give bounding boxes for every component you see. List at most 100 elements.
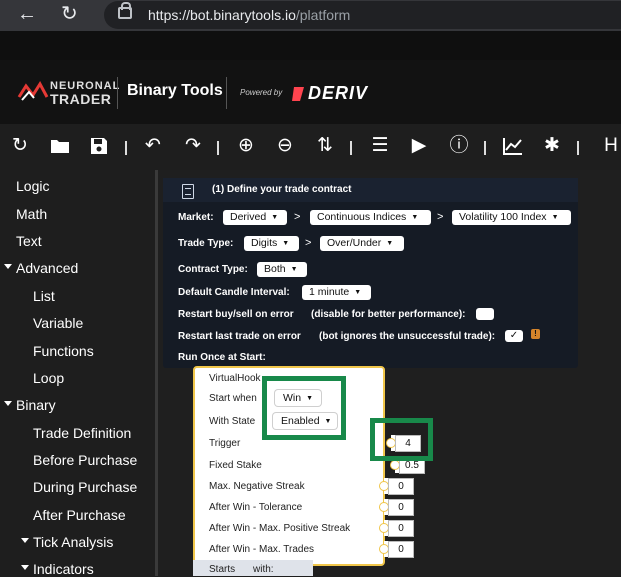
header-divider [117, 77, 118, 109]
restart-last-trade-label: Restart last trade on error [178, 331, 301, 342]
sidebar-item-advanced[interactable]: Advanced [4, 260, 78, 276]
toolbar-separator [484, 141, 486, 155]
dropdown-arrow-icon: ▼ [354, 289, 362, 296]
contract-type-value: Both [264, 263, 286, 275]
powered-by-text: Powered by [240, 88, 283, 97]
caret-down-icon [21, 565, 29, 570]
sidebar-item-after-purchase[interactable]: After Purchase [33, 507, 126, 523]
toolbar-separator [125, 141, 127, 155]
symbol-value: Volatility 100 Index [459, 211, 547, 223]
undo-icon[interactable]: ↶ [140, 133, 166, 159]
with-label: with: [253, 564, 274, 575]
logo-text-trader: TRADER [50, 91, 112, 107]
dropdown-arrow-icon: ▼ [411, 214, 419, 221]
app-title: Binary Tools [127, 82, 223, 99]
sidebar-item-loop[interactable]: Loop [33, 370, 64, 386]
url-path: /platform [295, 7, 351, 23]
highlight-box [262, 376, 346, 440]
market-value: Derived [230, 211, 267, 223]
sidebar-item-math[interactable]: Math [16, 206, 47, 222]
block-title: (1) Define your trade contract [212, 184, 352, 195]
submarket-value: Continuous Indices [317, 211, 407, 223]
restart-last-trade-hint: (bot ignores the unsuccessful trade): [319, 331, 496, 342]
max-trades-input[interactable]: 0 [388, 541, 414, 558]
url-text[interactable]: https://bot.binarytools.io/platform [148, 7, 350, 23]
sidebar-item-trade-definition[interactable]: Trade Definition [33, 425, 131, 441]
max-negative-streak-label: Max. Negative Streak [209, 481, 305, 492]
highlight-box [370, 418, 433, 461]
tolerance-input[interactable]: 0 [388, 499, 414, 516]
save-icon[interactable] [86, 133, 112, 159]
trade-type-dropdown[interactable]: Digits ▼ [244, 236, 299, 251]
max-negative-streak-input[interactable]: 0 [388, 478, 414, 495]
zoom-in-icon[interactable]: ⊕ [233, 133, 259, 159]
candle-interval-dropdown[interactable]: 1 minute ▼ [302, 285, 371, 300]
reload-page-icon[interactable]: ↻ [61, 3, 78, 25]
rearrange-icon[interactable]: ⇅ [312, 133, 338, 159]
trade-subtype-dropdown[interactable]: Over/Under ▼ [320, 236, 404, 251]
fixed-stake-label: Fixed Stake [209, 460, 262, 471]
max-positive-streak-input[interactable]: 0 [388, 520, 414, 537]
sidebar-item-tick-analysis[interactable]: Tick Analysis [21, 534, 113, 550]
sidebar-item-logic[interactable]: Logic [16, 178, 49, 194]
open-folder-icon[interactable] [47, 133, 73, 159]
run-play-icon[interactable]: ▶ [406, 133, 432, 159]
sidebar-item-before-purchase[interactable]: Before Purchase [33, 452, 137, 468]
sidebar-item-indicators[interactable]: Indicators [21, 561, 94, 577]
candle-interval-value: 1 minute [309, 286, 350, 298]
symbol-dropdown[interactable]: Volatility 100 Index ▼ [452, 210, 571, 225]
sidebar-item-functions[interactable]: Functions [33, 343, 94, 359]
max-negative-streak-slot[interactable]: 0 [379, 478, 414, 495]
document-icon [182, 184, 194, 199]
with-state-label: With State [209, 416, 256, 427]
dropdown-arrow-icon: ▼ [271, 214, 279, 221]
reset-icon[interactable]: ↻ [7, 133, 33, 159]
more-tools-icon[interactable]: H [598, 133, 621, 159]
sidebar-item-binary[interactable]: Binary [4, 397, 56, 413]
bookmarks-strip [0, 31, 621, 60]
sidebar-item-during-purchase[interactable]: During Purchase [33, 479, 137, 495]
market-dropdown[interactable]: Derived ▼ [223, 210, 287, 225]
max-trades-slot[interactable]: 0 [379, 541, 414, 558]
browser-toolbar: ← ↻ https://bot.binarytools.io/platform [0, 0, 621, 31]
restart-on-error-checkbox[interactable] [476, 308, 494, 320]
folder-icon [51, 140, 69, 153]
zoom-out-icon[interactable]: ⊖ [272, 133, 298, 159]
logs-icon[interactable]: ☰ [367, 133, 393, 159]
tolerance-label: After Win - Tolerance [209, 502, 303, 513]
sidebar-item-text[interactable]: Text [16, 233, 42, 249]
deriv-logo-icon [292, 87, 304, 101]
max-positive-streak-slot[interactable]: 0 [379, 520, 414, 537]
trade-subtype-value: Over/Under [327, 237, 382, 249]
virtual-hook-title: VirtualHook [209, 373, 261, 384]
trade-type-label: Trade Type: [178, 238, 234, 249]
separator-arrow: > [437, 211, 444, 223]
restart-on-error-label: Restart buy/sell on error [178, 309, 294, 320]
warning-icon[interactable]: ! [531, 329, 540, 339]
floppy-disk-icon [91, 138, 107, 154]
deriv-brand-text: DERIV [308, 83, 369, 103]
tolerance-slot[interactable]: 0 [379, 499, 414, 516]
run-once-label: Run Once at Start: [178, 352, 266, 363]
lock-icon[interactable] [118, 2, 132, 19]
toolbar-separator [350, 141, 352, 155]
starts-label: Starts [209, 564, 236, 575]
separator-arrow: > [305, 237, 312, 249]
dropdown-arrow-icon: ▼ [551, 214, 559, 221]
chart-icon[interactable] [500, 133, 526, 159]
caret-down-icon [4, 264, 12, 269]
info-icon[interactable]: ⓘ [446, 133, 472, 159]
max-trades-label: After Win - Max. Trades [209, 544, 315, 555]
contract-type-dropdown[interactable]: Both ▼ [257, 262, 307, 277]
restart-last-trade-checkbox[interactable]: ✓ [505, 330, 523, 342]
start-when-label: Start when [209, 393, 257, 404]
address-bar[interactable]: https://bot.binarytools.io/platform [104, 1, 621, 29]
redo-icon[interactable]: ↷ [180, 133, 206, 159]
back-arrow-icon[interactable]: ← [17, 3, 37, 25]
sidebar-item-variable[interactable]: Variable [33, 315, 83, 331]
trade-type-value: Digits [251, 237, 278, 249]
submarket-dropdown[interactable]: Continuous Indices ▼ [310, 210, 431, 225]
indicators-icon[interactable]: ✱ [539, 133, 565, 159]
sidebar-item-list[interactable]: List [33, 288, 55, 304]
header-divider [226, 77, 227, 109]
